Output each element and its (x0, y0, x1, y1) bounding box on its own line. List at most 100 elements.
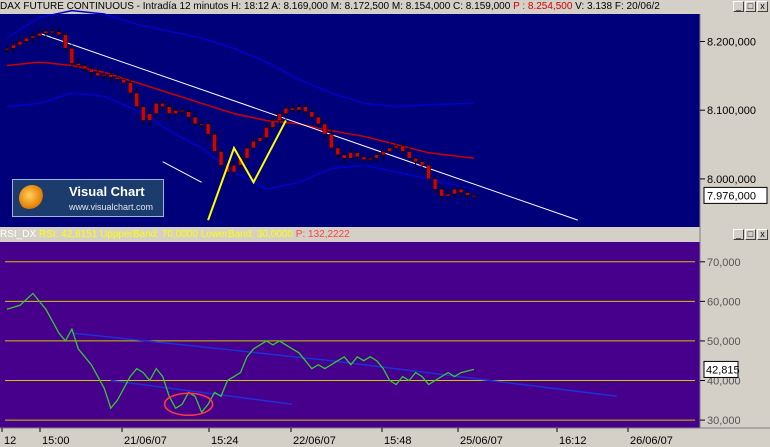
candle (465, 192, 470, 196)
rsi-value: RSI: 42,8151 (38, 229, 98, 240)
candle (166, 106, 172, 114)
candle (277, 113, 282, 121)
price-high: M: 8.172,500 (330, 1, 390, 12)
candle (342, 154, 347, 159)
x-tick-label: 21/06/07 (124, 435, 167, 447)
price-date: F: 20/06/2 (614, 1, 660, 12)
x-tick-label: 15:00 (42, 435, 70, 447)
candle (374, 154, 379, 159)
visual-chart-logo[interactable]: Visual Chart www.visualchart.com (12, 179, 164, 217)
candle (458, 188, 464, 193)
candle (4, 48, 10, 51)
candle (43, 30, 49, 34)
logo-name: Visual Chart (69, 184, 145, 199)
x-tick-label: 12 (4, 435, 16, 447)
candle (296, 106, 302, 111)
price-volume: V: 3.138 (575, 1, 613, 12)
price-tick-label: 8.100,000 (707, 105, 756, 117)
candle (257, 137, 263, 142)
price-hour: H: 18:12 (231, 1, 269, 12)
candle (355, 152, 360, 158)
price-low: M: 8.154,000 (391, 1, 451, 12)
candle (82, 65, 88, 70)
logo-url: www.visualchart.com (69, 202, 154, 212)
candle (251, 140, 256, 149)
candle (329, 133, 334, 149)
minimize-button[interactable]: _ (733, 1, 744, 12)
candle (179, 109, 185, 112)
chart-window: 8.200,000 8.100,000 8.000,000 7.976,000 70,0… (0, 0, 770, 447)
candle (95, 72, 101, 77)
candle (89, 68, 94, 73)
x-tick-label: 22/06/07 (293, 435, 336, 447)
price-close: C: 8.159,000 (453, 1, 511, 12)
candle (290, 107, 295, 111)
rsi-panel (0, 242, 700, 428)
rsi-name: RSI_DX (0, 229, 37, 240)
candle (56, 31, 62, 35)
candle (270, 120, 276, 128)
candle (348, 152, 354, 159)
candle (244, 147, 250, 159)
rsi-last-label: 42,815 (706, 364, 740, 376)
candle (309, 111, 315, 118)
candle (406, 151, 412, 159)
rsi-close-button[interactable]: x (757, 229, 768, 240)
rsi-header: RSI_DX RSI: 42,8151 UppperBand: 70,0000 … (0, 228, 730, 242)
candle (387, 147, 392, 152)
rsi-lower-band: LowerBand: 30,0000 (200, 229, 293, 240)
candle (153, 103, 159, 114)
candle (160, 103, 165, 108)
candle (445, 193, 451, 197)
candle (199, 123, 204, 126)
candle (471, 195, 477, 198)
candle (264, 127, 269, 138)
rsi-tick-label: 70,000 (707, 257, 741, 269)
close-button[interactable]: x (757, 1, 768, 12)
rsi-maximize-button[interactable]: □ (745, 229, 756, 240)
x-tick-label: 26/06/07 (630, 435, 673, 447)
candle (108, 74, 114, 78)
price-tick-label: 8.200,000 (707, 36, 756, 48)
rsi-upper-band: UppperBand: 70,0000 (100, 229, 198, 240)
candle (127, 82, 133, 94)
candle (17, 41, 23, 46)
rsi-tick-label: 60,000 (707, 296, 741, 308)
candle (192, 116, 198, 125)
candle (134, 92, 139, 108)
candle (361, 156, 366, 160)
logo-mark-icon (19, 185, 45, 211)
candle (63, 34, 68, 49)
candle (419, 161, 425, 166)
candle (121, 79, 126, 83)
candle (102, 74, 107, 77)
candle (76, 63, 81, 66)
candle (186, 111, 191, 118)
price-open: A: 8.169,000 (271, 1, 328, 12)
price-header: DAX FUTURE CONTINUOUS - Intradía 12 minu… (0, 0, 730, 14)
candle (37, 32, 42, 37)
candle (205, 123, 211, 135)
price-title: DAX FUTURE CONTINUOUS - Intradía 12 minu… (0, 1, 229, 12)
candle (439, 188, 444, 197)
price-tick-label: 8.000,000 (707, 174, 756, 186)
candle (367, 158, 373, 161)
candle (400, 145, 405, 152)
candle (452, 188, 457, 195)
candle (322, 123, 328, 135)
candle (69, 48, 75, 64)
candle (393, 145, 399, 149)
rsi-minimize-button[interactable]: _ (733, 229, 744, 240)
rsi-tick-label: 30,000 (707, 415, 741, 427)
candle (50, 30, 55, 33)
price-last-label: 7.976,000 (707, 190, 756, 202)
candle (426, 164, 431, 180)
candle (30, 35, 36, 39)
chart-canvas[interactable]: 8.200,000 8.100,000 8.000,000 7.976,000 70,0… (0, 0, 770, 447)
x-tick-label: 15:24 (211, 435, 239, 447)
candle (335, 147, 341, 156)
maximize-button[interactable]: □ (745, 1, 756, 12)
candle (380, 151, 386, 156)
candle (218, 151, 224, 166)
candle (303, 106, 308, 112)
